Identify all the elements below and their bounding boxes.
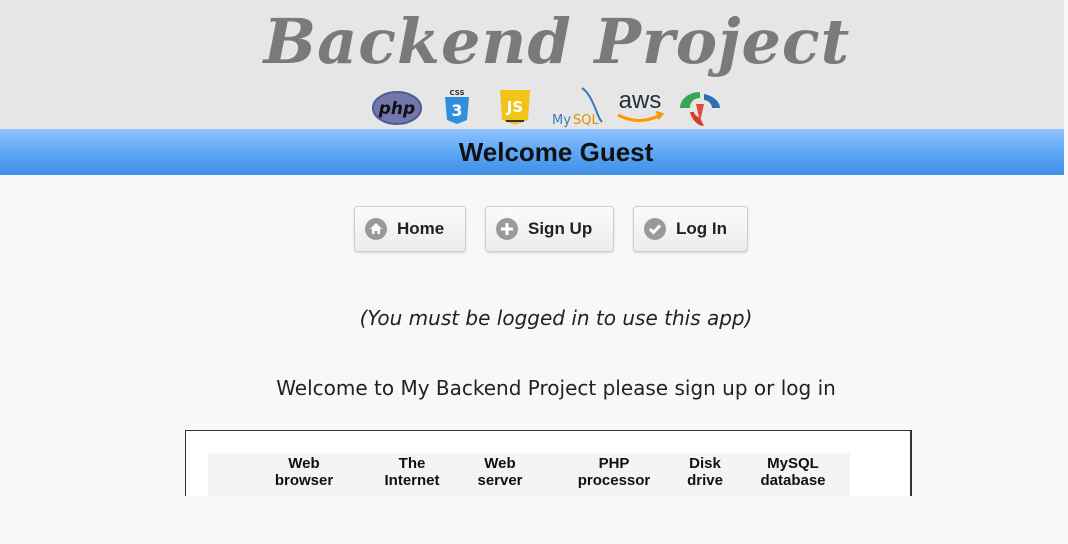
plus-icon: [496, 218, 518, 240]
signup-button[interactable]: Sign Up: [485, 206, 614, 252]
welcome-message: Welcome to My Backend Project please sig…: [276, 376, 836, 400]
header: Backend Project php CSS 3 JS My SQL aws: [0, 0, 1064, 130]
swirl-logo-icon: [680, 92, 720, 126]
diagram-column: Web server: [477, 455, 523, 489]
css3-logo-icon: CSS 3: [445, 89, 469, 124]
javascript-logo-icon: JS: [500, 90, 530, 125]
home-icon: [365, 218, 387, 240]
architecture-diagram: Web browser The Internet Web server PHP proc…: [185, 430, 912, 496]
mysql-logo-icon: My SQL: [552, 87, 603, 128]
svg-text:aws: aws: [619, 87, 662, 114]
home-button[interactable]: Home: [354, 206, 466, 252]
check-icon: [644, 218, 666, 240]
svg-text:php: php: [378, 99, 415, 119]
site-title: Backend Project: [263, 5, 851, 78]
signup-button-label: Sign Up: [528, 219, 593, 238]
aws-logo-icon: aws: [617, 87, 665, 122]
diagram-column: Disk drive: [687, 455, 723, 489]
svg-text:JS: JS: [506, 98, 523, 116]
welcome-banner-text: Welcome Guest: [458, 137, 654, 167]
login-button-label: Log In: [676, 219, 727, 238]
php-logo-icon: php: [372, 91, 422, 125]
diagram-column: PHP processor: [577, 455, 651, 489]
diagram-column: The Internet: [384, 455, 440, 489]
login-required-notice: (You must be logged in to use this app): [359, 306, 753, 330]
welcome-banner: Welcome Guest: [0, 129, 1064, 175]
tech-logos: php CSS 3 JS My SQL aws: [370, 84, 730, 130]
home-button-label: Home: [397, 219, 445, 238]
diagram-column: Web browser: [274, 455, 334, 489]
svg-text:3: 3: [451, 101, 462, 120]
svg-text:CSS: CSS: [449, 89, 464, 97]
login-button[interactable]: Log In: [633, 206, 748, 252]
svg-text:SQL: SQL: [573, 113, 599, 128]
diagram-column: MySQL database: [760, 455, 826, 489]
svg-text:My: My: [552, 113, 571, 128]
